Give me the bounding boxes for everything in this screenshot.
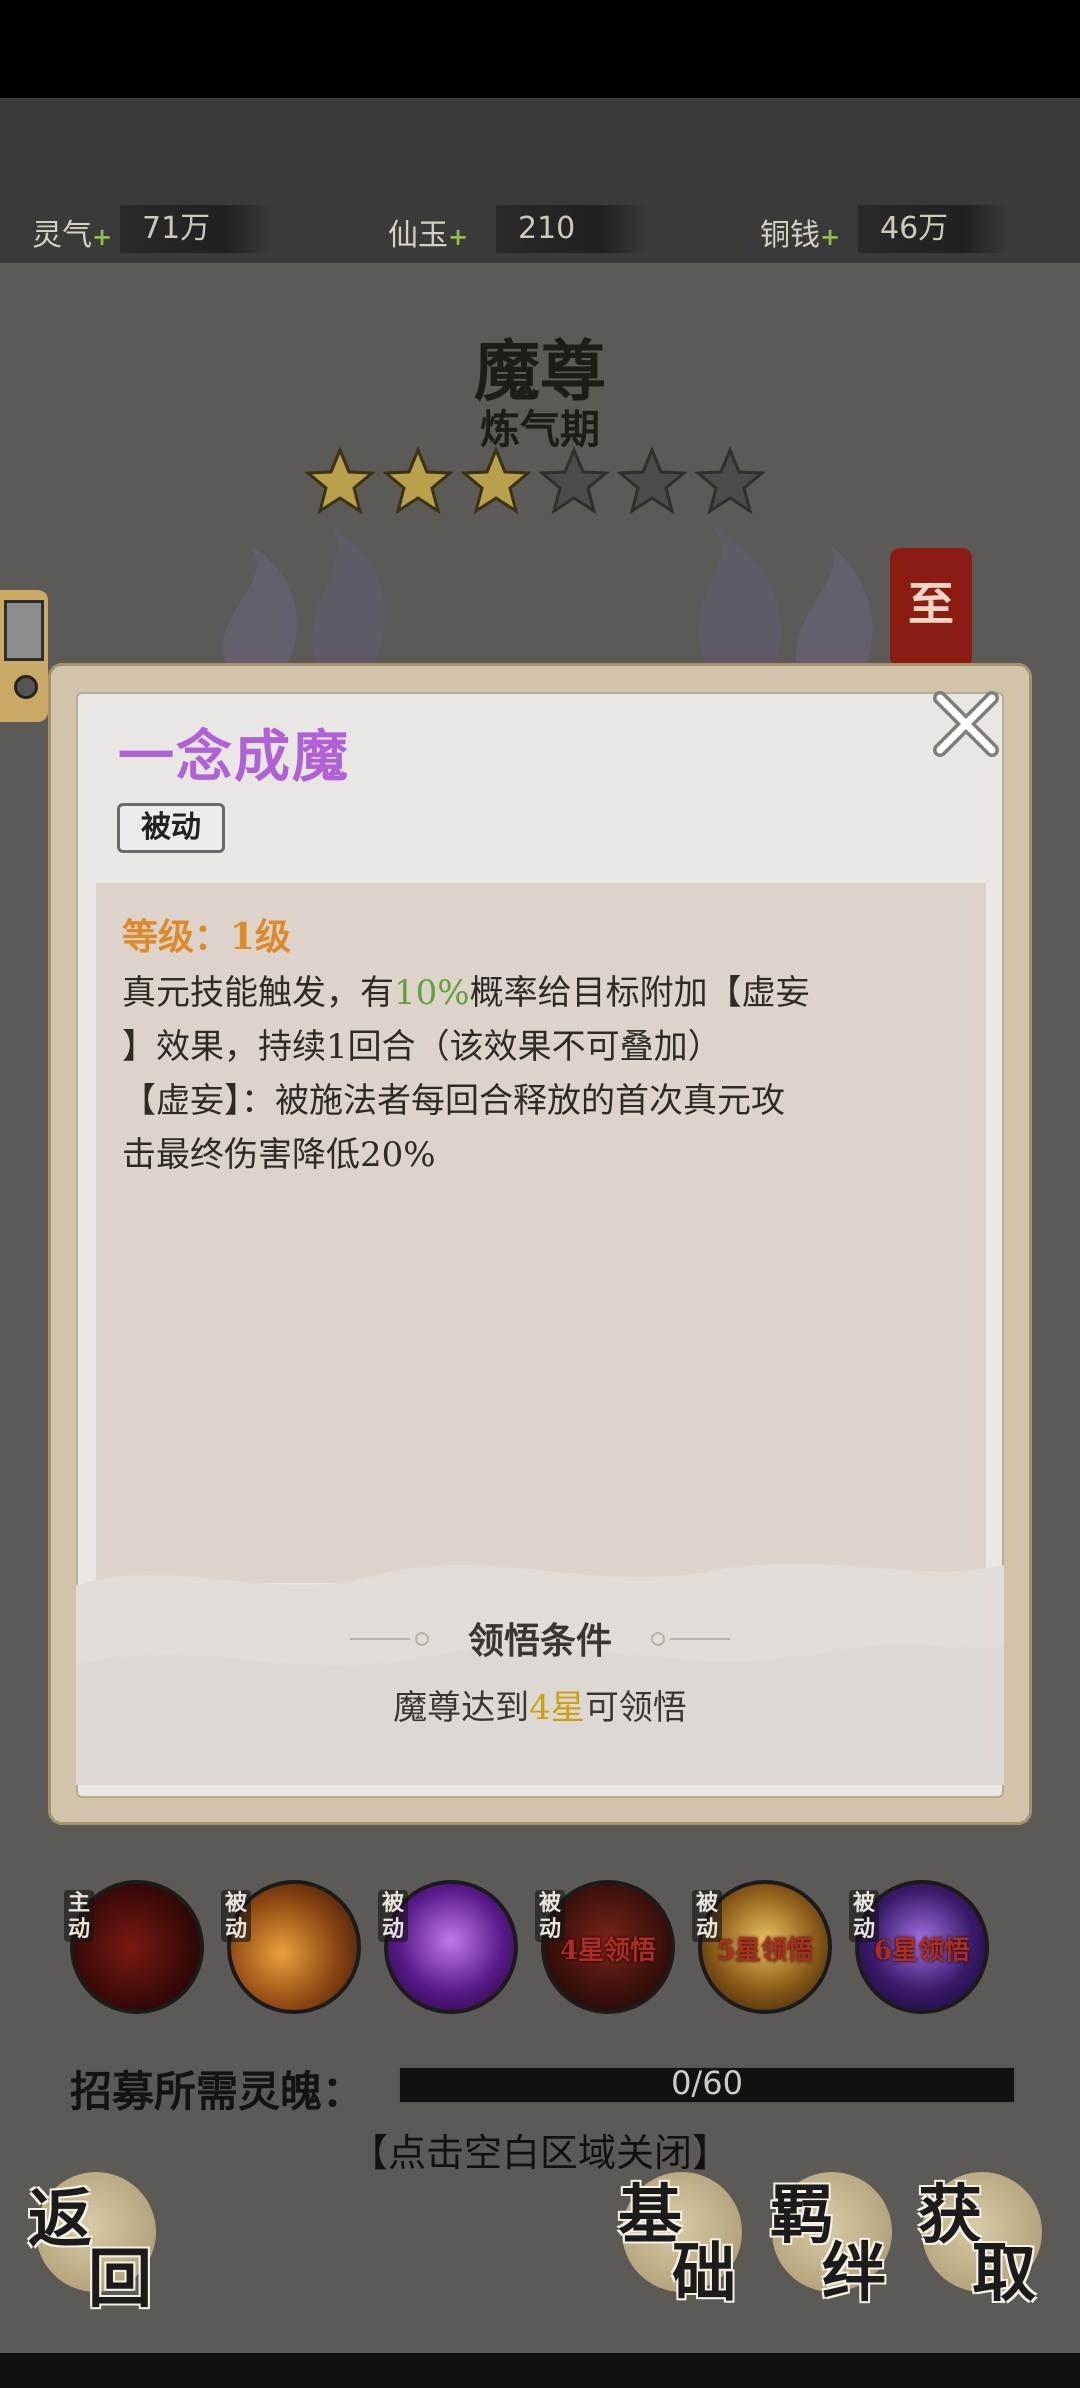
star-filled-icon [383, 446, 453, 515]
skill-unlock-requirement: 5星领悟 [716, 1936, 814, 1966]
side-tab-dot-icon [14, 675, 38, 699]
base-button-char: 础 [672, 2236, 736, 2311]
mountain-mist-decoration-icon [76, 1563, 1004, 1785]
recruit-label: 招募所需灵魄： [70, 2067, 365, 2116]
skill-type-badge: 被动 [117, 803, 225, 853]
resource-xianyu-value: 210 [496, 205, 646, 253]
skill-description-line: 击最终伤害降低20% [122, 1135, 436, 1175]
back-button-char: 返 [28, 2182, 92, 2257]
bond-button-char: 绊 [822, 2236, 886, 2311]
star-empty-icon [617, 446, 687, 515]
plus-icon[interactable]: + [92, 222, 112, 251]
skill-description-line: 真元技能触发，有10%概率给目标附加【虚妄 [122, 973, 810, 1013]
skill-type-tag: 被动 [221, 1890, 251, 1942]
close-icon[interactable] [930, 688, 1002, 760]
star-filled-icon [305, 446, 375, 515]
back-button-char: 回 [88, 2242, 152, 2317]
status-bar-area [0, 0, 1080, 98]
resource-xianyu-label: 仙玉+ [388, 218, 469, 253]
resource-lingqi-value: 71万 [120, 205, 270, 253]
navigation-bar-area [0, 2353, 1080, 2388]
skill-title: 一念成魔 [118, 724, 350, 790]
skill-unlock-requirement: 6星领悟 [873, 1936, 971, 1966]
skill-description-line: 【虚妄】：被施法者每回合释放的首次真元攻 [122, 1081, 785, 1121]
skill-type-tag: 被动 [378, 1890, 408, 1942]
star-filled-icon [461, 446, 531, 515]
plus-icon[interactable]: + [820, 222, 840, 251]
condition-text: 魔尊达到4星可领悟 [393, 1688, 687, 1728]
cloud-ornament-icon [651, 1632, 730, 1646]
plus-icon[interactable]: + [448, 222, 468, 251]
obtain-button-char: 取 [972, 2236, 1036, 2311]
recruit-progress-text: 0/60 [671, 2064, 743, 2102]
rarity-banner: 至 [890, 548, 972, 668]
star-empty-icon [539, 446, 609, 515]
skill-level: 等级：1级 [122, 916, 292, 958]
resource-tongqian-value: 46万 [858, 205, 1008, 253]
resource-tongqian-label: 铜钱+ [760, 218, 841, 253]
side-tab-screen-icon [4, 600, 44, 661]
skill-unlock-requirement: 4星领悟 [559, 1936, 657, 1966]
star-empty-icon [695, 446, 765, 515]
smoke-effect-icon [223, 525, 873, 675]
skill-description-line: 】效果，持续1回合（该效果不可叠加） [122, 1027, 722, 1067]
skill-type-tag: 主动 [64, 1890, 94, 1942]
condition-title: 领悟条件 [467, 1620, 612, 1662]
resource-lingqi-label: 灵气+ [32, 218, 113, 253]
star-rating [305, 446, 775, 516]
